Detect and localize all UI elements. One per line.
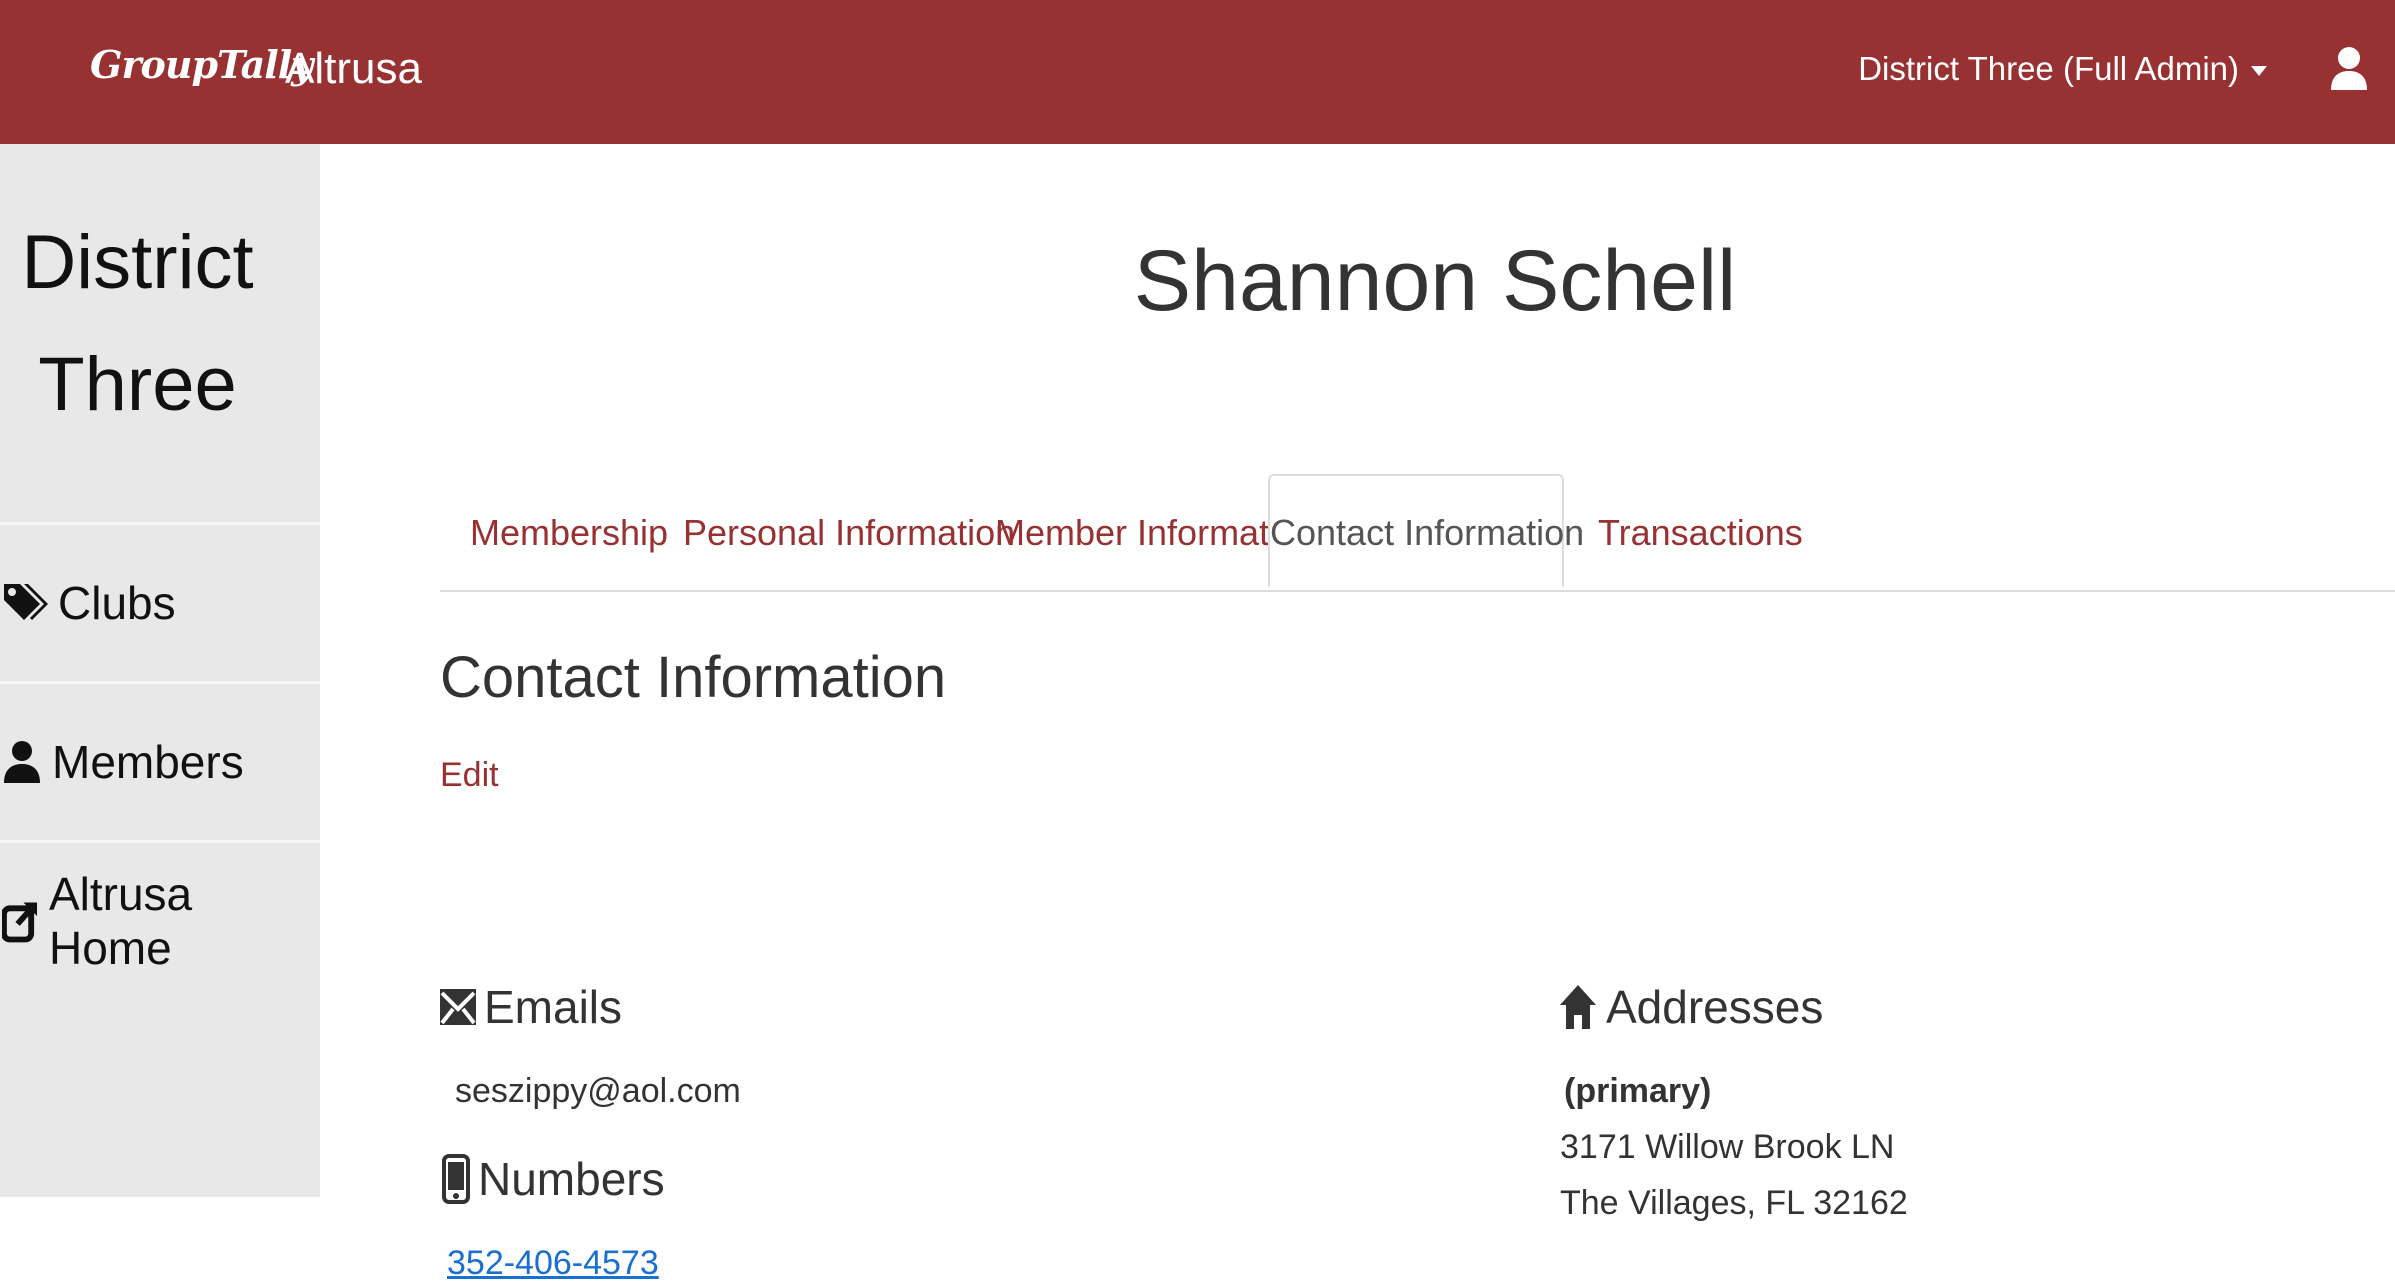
home-icon (1560, 985, 1596, 1029)
envelope-icon (440, 989, 476, 1025)
sidebar-title: District Three (0, 202, 275, 446)
top-navbar: GroupTally Altrusa District Three (Full … (0, 0, 2395, 144)
sidebar: District Three Clubs Members Altrusa Hom… (0, 144, 320, 1197)
tab-membership[interactable]: Membership (470, 476, 668, 590)
numbers-heading: Numbers (442, 1152, 665, 1206)
phone-link[interactable]: 352-406-4573 (447, 1244, 659, 1283)
address-line1: 3171 Willow Brook LN (1560, 1128, 1895, 1166)
brand-logo[interactable]: GroupTally (90, 42, 313, 87)
user-menu-button[interactable] (2329, 44, 2369, 94)
sidebar-item-altrusa-home[interactable]: Altrusa Home (0, 843, 320, 999)
tab-personal-information[interactable]: Personal Information (683, 476, 1015, 590)
tags-icon (4, 584, 48, 620)
page-title: Shannon Schell (1133, 233, 1737, 329)
account-dropdown[interactable]: District Three (Full Admin) (1858, 50, 2267, 88)
account-label: District Three (Full Admin) (1858, 50, 2239, 87)
section-title: Contact Information (440, 645, 947, 710)
caret-down-icon (2251, 66, 2267, 76)
main-content: Shannon Schell Membership Personal Infor… (320, 144, 2395, 1282)
sidebar-item-label: Members (52, 736, 244, 788)
email-value: seszippy@aol.com (455, 1072, 741, 1110)
emails-heading: Emails (440, 980, 622, 1034)
org-name-link[interactable]: Altrusa (285, 44, 422, 94)
sidebar-item-label: Clubs (58, 577, 176, 629)
sidebar-item-clubs[interactable]: Clubs (0, 525, 320, 681)
sidebar-title-line2: Three (38, 342, 237, 427)
address-primary-label: (primary) (1564, 1072, 1712, 1110)
sidebar-item-label: Altrusa Home (48, 868, 193, 974)
address-line2: The Villages, FL 32162 (1560, 1184, 1908, 1222)
numbers-heading-label: Numbers (478, 1153, 665, 1205)
user-icon (4, 741, 40, 783)
tab-transactions[interactable]: Transactions (1598, 476, 1803, 590)
tab-bar: Membership Personal Information Member I… (440, 474, 2395, 592)
external-link-icon (2, 902, 38, 943)
tab-contact-information[interactable]: Contact Information (1268, 474, 1584, 588)
emails-heading-label: Emails (484, 981, 623, 1033)
sidebar-title-line1: District (21, 220, 254, 305)
addresses-heading: Addresses (1558, 980, 1823, 1034)
sidebar-item-members[interactable]: Members (0, 684, 320, 840)
addresses-heading-label: Addresses (1606, 981, 1824, 1033)
user-icon (2331, 47, 2367, 90)
edit-link[interactable]: Edit (440, 756, 499, 795)
